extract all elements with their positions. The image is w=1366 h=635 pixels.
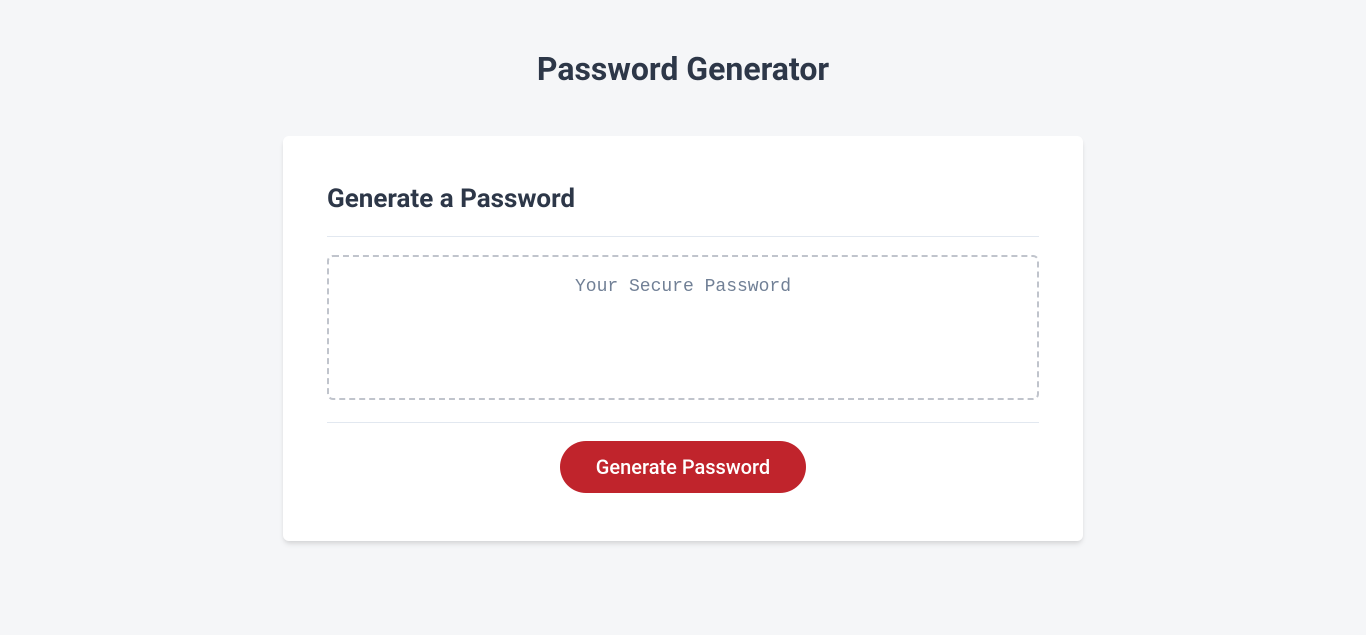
generate-password-button[interactable]: Generate Password <box>560 441 806 493</box>
password-output[interactable] <box>327 255 1039 400</box>
card-body <box>327 237 1039 423</box>
card-header: Generate a Password <box>327 184 1039 237</box>
generator-card: Generate a Password Generate Password <box>283 136 1083 541</box>
card-footer: Generate Password <box>327 423 1039 493</box>
card-title: Generate a Password <box>327 184 1039 214</box>
page-title: Password Generator <box>537 50 829 88</box>
